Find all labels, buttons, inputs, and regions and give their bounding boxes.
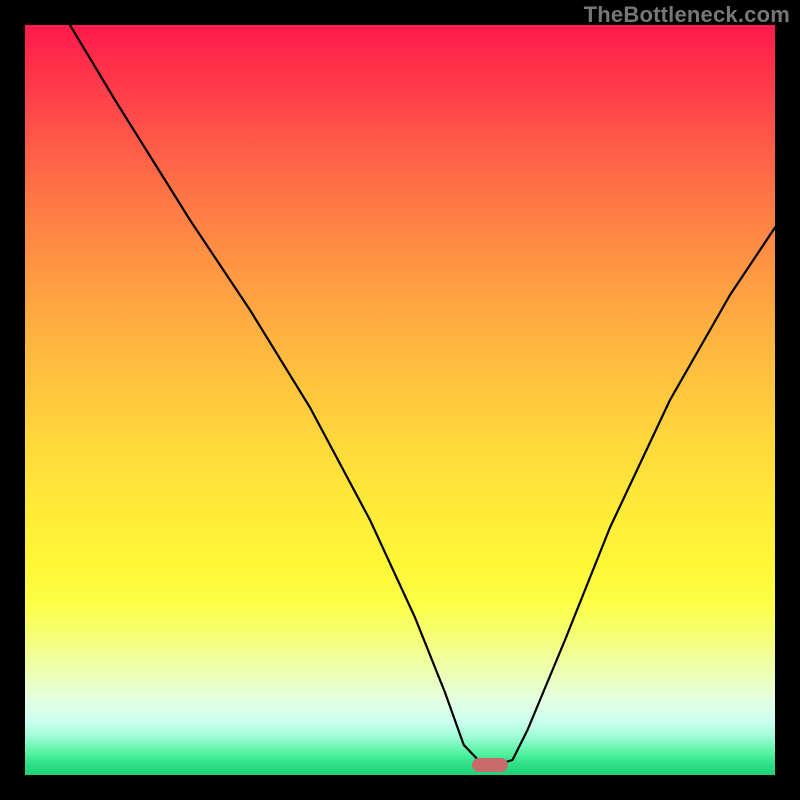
curve-svg (25, 25, 775, 775)
watermark-text: TheBottleneck.com (584, 2, 790, 28)
plot-area (25, 25, 775, 775)
optimal-marker (472, 758, 508, 772)
bottleneck-curve (70, 25, 775, 765)
chart-frame: TheBottleneck.com (0, 0, 800, 800)
